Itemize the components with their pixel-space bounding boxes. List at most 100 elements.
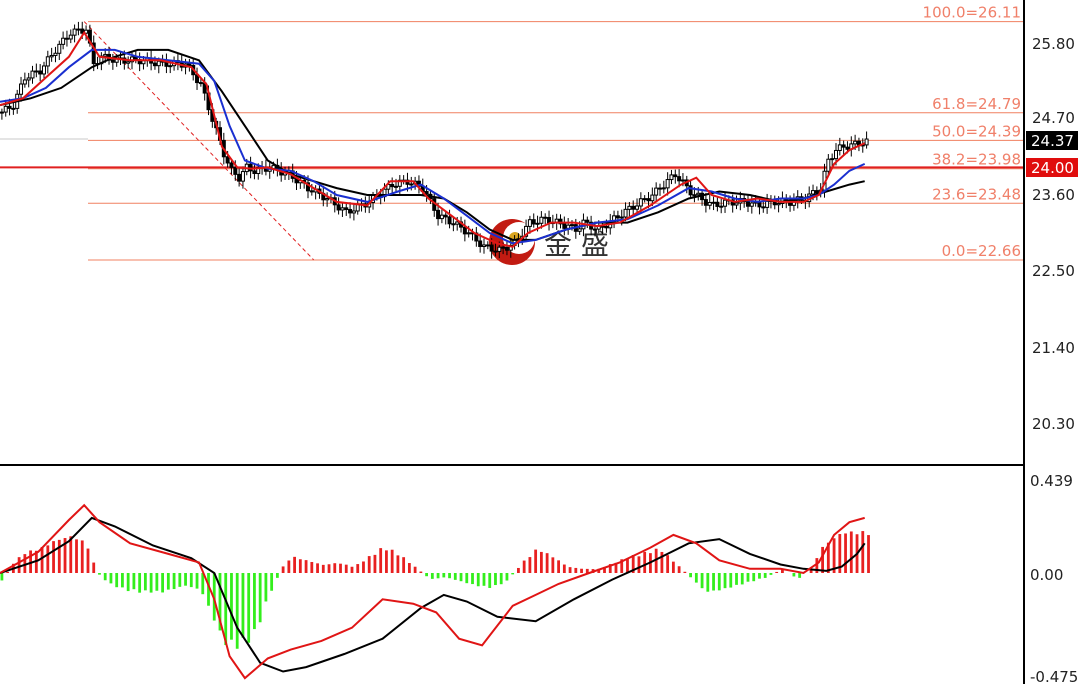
- macd-histogram-bar: [557, 560, 560, 573]
- macd-histogram-bar: [706, 573, 710, 592]
- macd-histogram-bar: [258, 573, 262, 623]
- macd-histogram-bar: [385, 550, 388, 573]
- macd-histogram-bar: [350, 566, 354, 573]
- macd-histogram-bar: [109, 573, 113, 584]
- macd-histogram-bar: [115, 573, 119, 588]
- candle-body: [749, 202, 754, 207]
- macd-histogram-bar: [149, 573, 153, 593]
- candle-body: [669, 174, 674, 181]
- macd-histogram-bar: [390, 549, 394, 573]
- macd-histogram-bar: [235, 573, 239, 649]
- candle-body: [38, 70, 43, 75]
- macd-histogram-bar: [740, 573, 744, 585]
- macd-histogram-bar: [189, 573, 193, 588]
- macd-histogram-bar: [333, 563, 337, 573]
- macd-histogram-bar: [0, 573, 4, 581]
- macd-histogram-bar: [281, 566, 285, 573]
- candle-body: [527, 219, 532, 227]
- macd-histogram-bar: [717, 573, 721, 591]
- support-price-tag-text: 24.00: [1031, 159, 1074, 177]
- candle-body: [340, 207, 345, 211]
- macd-histogram-bar: [264, 573, 268, 602]
- candle-body: [198, 82, 203, 85]
- macd-histogram-bar: [253, 573, 256, 630]
- current-price-tag: 24.37: [1026, 131, 1078, 150]
- candle-body: [237, 173, 242, 182]
- candle-body: [501, 246, 506, 249]
- macd-histogram-bar: [103, 573, 107, 581]
- candle-body: [478, 240, 483, 247]
- macd-histogram-bar: [298, 559, 302, 573]
- macd-histogram-bar: [419, 571, 423, 573]
- candle-body: [168, 65, 173, 68]
- macd-histogram-bar: [373, 554, 377, 573]
- macd-histogram-bar: [178, 573, 182, 587]
- macd-histogram-bar: [448, 573, 451, 579]
- candle-body: [309, 190, 314, 193]
- fibonacci-level-label: 100.0=26.11: [923, 4, 1021, 22]
- candle-body: [45, 56, 50, 67]
- candle-body: [604, 225, 609, 229]
- candle-body: [776, 202, 781, 206]
- macd-histogram-bar: [241, 573, 245, 638]
- candle-body: [229, 162, 234, 168]
- macd-histogram-bar: [694, 573, 698, 583]
- price-tick-label: 22.50: [1032, 262, 1075, 280]
- candle-body: [692, 194, 697, 197]
- candle-body: [562, 223, 567, 229]
- candle-body: [485, 244, 490, 247]
- candle-body: [619, 216, 624, 219]
- macd-histogram-bar: [195, 573, 199, 589]
- candle-body: [830, 158, 835, 161]
- macd-histogram-bar: [287, 560, 291, 573]
- candle-body: [569, 224, 574, 227]
- macd-histogram-bar: [568, 567, 572, 573]
- current-price-tag-text: 24.37: [1031, 132, 1074, 150]
- macd-histogram-bar: [436, 573, 440, 579]
- candle-body: [853, 140, 858, 145]
- candle-body: [646, 198, 651, 202]
- price-tick-label: 24.70: [1032, 109, 1075, 127]
- candle-body: [233, 166, 238, 175]
- macd-histogram-bar: [17, 557, 21, 573]
- macd-histogram-bar: [92, 562, 96, 573]
- candle-body: [665, 179, 670, 189]
- macd-histogram-bar: [321, 564, 325, 573]
- macd-histogram-bar: [677, 566, 681, 573]
- candle-body: [837, 144, 842, 151]
- macd-histogram-bar: [442, 573, 446, 578]
- candle-body: [344, 207, 349, 210]
- candle-body: [455, 221, 460, 225]
- macd-histogram-bar: [539, 551, 543, 573]
- candle-body: [688, 185, 693, 196]
- candle-body: [642, 198, 647, 201]
- candle-body: [152, 62, 157, 67]
- fibonacci-level-label: 50.0=24.39: [932, 122, 1021, 140]
- candle-body: [57, 43, 62, 54]
- candle-body: [126, 61, 131, 64]
- candle-body: [864, 138, 869, 146]
- candle-body: [635, 205, 640, 210]
- macd-histogram-bar: [46, 545, 50, 573]
- macd-histogram-bar: [494, 573, 497, 586]
- price-tick-label: 21.40: [1032, 339, 1075, 357]
- candle-body: [439, 214, 444, 220]
- candle-body: [493, 250, 498, 253]
- candle-body: [592, 228, 597, 231]
- candle-body: [103, 53, 108, 57]
- macd-histogram-bar: [769, 573, 773, 575]
- candle-body: [638, 198, 643, 207]
- macd-histogram-bar: [476, 573, 480, 587]
- candle-body: [187, 63, 192, 66]
- macd-histogram-bar: [689, 573, 692, 578]
- macd-histogram-bar: [293, 556, 296, 573]
- candle-body: [719, 205, 724, 208]
- macd-histogram-bar: [735, 573, 738, 585]
- candle-body: [447, 216, 452, 225]
- macd-histogram-bar: [6, 571, 10, 573]
- candle-body: [348, 208, 353, 214]
- fibonacci-level-label: 0.0=22.66: [942, 242, 1021, 260]
- candle-body: [497, 246, 502, 252]
- macd-histogram-bar: [528, 557, 532, 573]
- candle-body: [765, 200, 770, 208]
